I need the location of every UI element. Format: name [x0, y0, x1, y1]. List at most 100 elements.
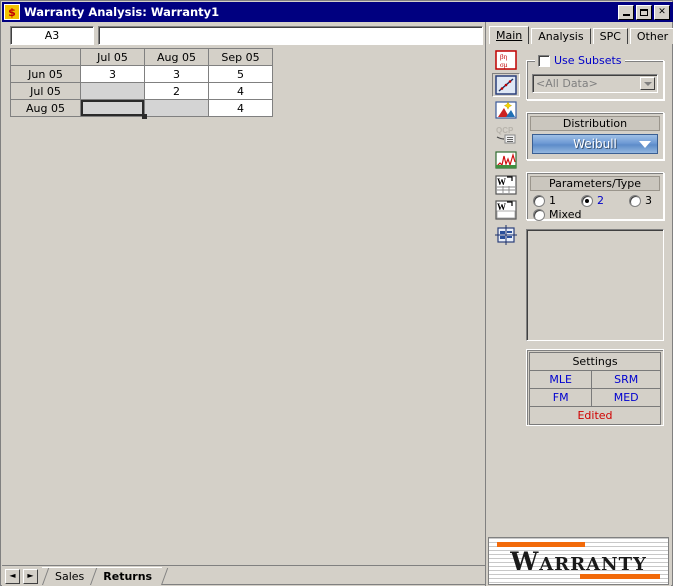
grid-header-row: Jul 05 Aug 05 Sep 05: [10, 48, 273, 66]
setting-fm[interactable]: FM: [528, 388, 593, 407]
sheet-tab-returns[interactable]: Returns: [90, 567, 163, 585]
radio-label: 2: [597, 194, 604, 207]
window-title: Warranty Analysis: Warranty1: [24, 5, 220, 19]
grid-cell[interactable]: 4: [208, 99, 273, 117]
use-subsets-label: Use Subsets: [554, 54, 622, 67]
column-header[interactable]: Aug 05: [144, 48, 209, 66]
qcp-calculator-icon[interactable]: QCP: [492, 123, 520, 147]
close-button[interactable]: ✕: [654, 4, 670, 20]
formula-bar: A3: [2, 24, 488, 46]
column-header[interactable]: Sep 05: [208, 48, 273, 66]
radio-param-2[interactable]: 2: [581, 194, 629, 207]
distribution-header: Distribution: [530, 116, 660, 131]
distribution-dropdown[interactable]: Weibull: [532, 134, 658, 154]
settings-row: MLE SRM: [528, 370, 661, 389]
parameters-type-group: Parameters/Type 1 2 3 Mixed: [526, 172, 664, 221]
distribution-group: Distribution Weibull: [526, 112, 664, 160]
settings-panel: Settings MLE SRM FM MED Edited: [526, 349, 664, 426]
table-row: Aug 05 4: [10, 99, 273, 120]
data-grid: Jul 05 Aug 05 Sep 05 Jun 05 3 3 5 Jul 05…: [10, 48, 273, 120]
chevron-down-icon: [639, 141, 651, 148]
grid-cell[interactable]: 5: [208, 65, 273, 83]
setting-mle[interactable]: MLE: [528, 370, 593, 389]
grid-cell[interactable]: 3: [80, 65, 145, 83]
warranty-table-icon[interactable]: W: [492, 173, 520, 197]
grid-cell[interactable]: 2: [144, 82, 209, 100]
subset-dropdown-value: <All Data>: [536, 77, 598, 90]
grid-corner[interactable]: [10, 48, 81, 66]
sheet-tabs: Sales Returns: [42, 567, 163, 585]
svg-text:W: W: [497, 177, 506, 187]
control-panel: Main Analysis SPC Other βη σμ QCP W W Us…: [485, 22, 673, 586]
function-plot-icon[interactable]: [492, 148, 520, 172]
table-row: Jun 05 3 3 5: [10, 65, 273, 83]
panel-toolbar: βη σμ QCP W W: [490, 48, 522, 247]
grid-cell[interactable]: 4: [208, 82, 273, 100]
svg-text:σμ: σμ: [500, 61, 508, 69]
grid-cell-selected[interactable]: [80, 99, 148, 120]
grid-cell[interactable]: 3: [144, 65, 209, 83]
tab-other[interactable]: Other: [629, 28, 673, 44]
dollar-icon: $: [4, 4, 20, 20]
setting-med[interactable]: MED: [591, 388, 661, 407]
radio-button[interactable]: [629, 194, 641, 207]
title-bar: $ Warranty Analysis: Warranty1 ✕: [2, 2, 673, 22]
radio-button[interactable]: [533, 194, 545, 207]
radio-param-mixed[interactable]: Mixed: [533, 208, 581, 221]
grid-cell-disabled: [80, 82, 145, 100]
row-header[interactable]: Aug 05: [10, 99, 81, 117]
svg-text:W: W: [497, 202, 506, 212]
tab-analysis[interactable]: Analysis: [531, 28, 591, 44]
maximize-button[interactable]: [636, 4, 652, 20]
radio-button[interactable]: [533, 208, 545, 221]
results-panel: [526, 229, 664, 341]
application-window: $ Warranty Analysis: Warranty1 ✕ A3 Jul …: [0, 0, 673, 586]
tab-label: Main: [496, 29, 523, 42]
status-badge: Edited: [529, 406, 661, 425]
prev-sheet-button[interactable]: ◄: [5, 568, 20, 584]
tab-label: Other: [636, 30, 669, 43]
setting-srm[interactable]: SRM: [591, 370, 661, 389]
row-header[interactable]: Jul 05: [10, 82, 81, 100]
plot-wizard-icon[interactable]: [492, 98, 520, 122]
parameter-radio-row-2: Mixed: [533, 208, 581, 221]
radio-label: Mixed: [549, 208, 582, 221]
settings-status-row: Edited: [529, 406, 661, 425]
use-subsets-legend: Use Subsets: [535, 54, 625, 67]
minimize-button[interactable]: [618, 4, 634, 20]
radio-param-1[interactable]: 1: [533, 194, 581, 207]
cell-reference-box[interactable]: A3: [10, 25, 94, 45]
sheet-tab-label: Sales: [55, 570, 85, 583]
warranty-sheet-icon[interactable]: W: [492, 198, 520, 222]
use-subsets-group: Use Subsets <All Data>: [526, 54, 664, 100]
row-header[interactable]: Jun 05: [10, 65, 81, 83]
parameters-type-header: Parameters/Type: [530, 176, 660, 191]
warranty-logo: WARRANTY: [488, 537, 669, 585]
next-sheet-button[interactable]: ►: [23, 568, 38, 584]
radio-label: 3: [645, 194, 652, 207]
logo-text: WARRANTY: [489, 549, 668, 574]
tab-spc[interactable]: SPC: [592, 28, 628, 44]
sheet-tab-filler: [158, 567, 488, 585]
parameters-beta-eta-icon[interactable]: βη σμ: [492, 48, 520, 72]
formula-input[interactable]: [98, 25, 483, 45]
svg-text:βη: βη: [500, 53, 508, 61]
svg-text:QCP: QCP: [496, 126, 514, 135]
tab-main[interactable]: Main: [489, 26, 530, 44]
use-subsets-checkbox[interactable]: [538, 54, 550, 67]
sheet-tab-label: Returns: [103, 570, 153, 583]
window-controls: ✕: [618, 4, 670, 20]
settings-header-row: Settings: [529, 352, 661, 371]
distribution-value: Weibull: [573, 137, 617, 151]
subset-dropdown[interactable]: <All Data>: [532, 74, 658, 93]
grid-cell-disabled: [144, 99, 209, 117]
radio-param-3[interactable]: 3: [629, 194, 652, 207]
sheet-tab-sales[interactable]: Sales: [42, 567, 95, 585]
chevron-down-icon[interactable]: [640, 77, 655, 90]
probability-plot-icon[interactable]: [492, 73, 520, 97]
data-transfer-icon[interactable]: [492, 223, 520, 247]
tab-label: Analysis: [538, 30, 584, 43]
column-header[interactable]: Jul 05: [80, 48, 145, 66]
parameter-radio-row-1: 1 2 3: [533, 194, 661, 207]
radio-button-selected[interactable]: [581, 194, 593, 207]
